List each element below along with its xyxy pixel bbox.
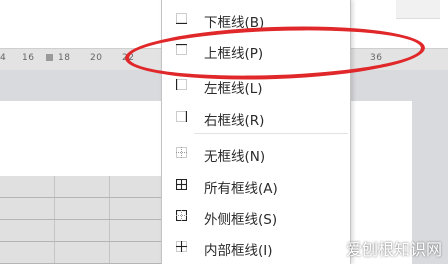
ruler-indent-marker[interactable]	[46, 54, 53, 61]
all-borders-icon	[176, 179, 187, 190]
menu-item-inside-borders[interactable]: 内部框线(I)	[162, 232, 350, 262]
right-border-icon	[176, 111, 187, 122]
ruler-tick: 16	[22, 53, 35, 63]
menu-item-right-border[interactable]: 右框线(R)	[162, 102, 350, 132]
document-table[interactable]	[0, 176, 165, 264]
menu-item-label: 右框线(R)	[204, 113, 265, 129]
left-border-icon	[176, 79, 187, 90]
bottom-border-icon	[176, 13, 187, 24]
menu-item-no-border[interactable]: 无框线(N)	[162, 138, 350, 168]
toolbar-button[interactable]	[396, 0, 440, 19]
menu-item-label: 无框线(N)	[204, 149, 266, 165]
ruler-tick: 4	[0, 53, 7, 63]
ruler-tick: 18	[58, 53, 71, 63]
menu-item-all-borders[interactable]: 所有框线(A)	[162, 170, 350, 200]
inside-borders-icon	[176, 241, 187, 252]
watermark-text: 爱刨根知识网	[345, 240, 442, 259]
menu-separator	[194, 133, 348, 134]
ruler-tick: 20	[90, 53, 103, 63]
menu-item-outside-borders[interactable]: 外侧框线(S)	[162, 201, 350, 231]
no-border-icon	[176, 147, 187, 158]
menu-item-label: 内部框线(I)	[204, 243, 273, 259]
menu-item-label: 外侧框线(S)	[204, 212, 278, 228]
outside-borders-icon	[176, 210, 187, 221]
menu-item-label: 左框线(L)	[204, 81, 263, 97]
menu-item-label: 所有框线(A)	[204, 181, 278, 197]
